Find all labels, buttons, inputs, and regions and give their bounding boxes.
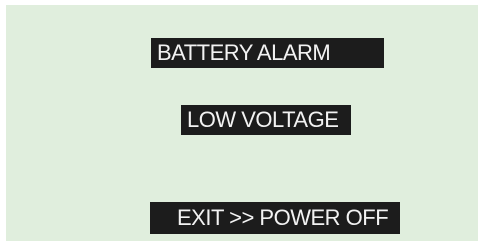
lcd-screen: BATTERY ALARM LOW VOLTAGE EXIT >> POWER … [6,5,478,241]
exit-power-off-option[interactable]: EXIT >> POWER OFF [150,202,400,234]
alarm-message: LOW VOLTAGE [181,105,351,135]
alarm-title: BATTERY ALARM [151,38,384,68]
